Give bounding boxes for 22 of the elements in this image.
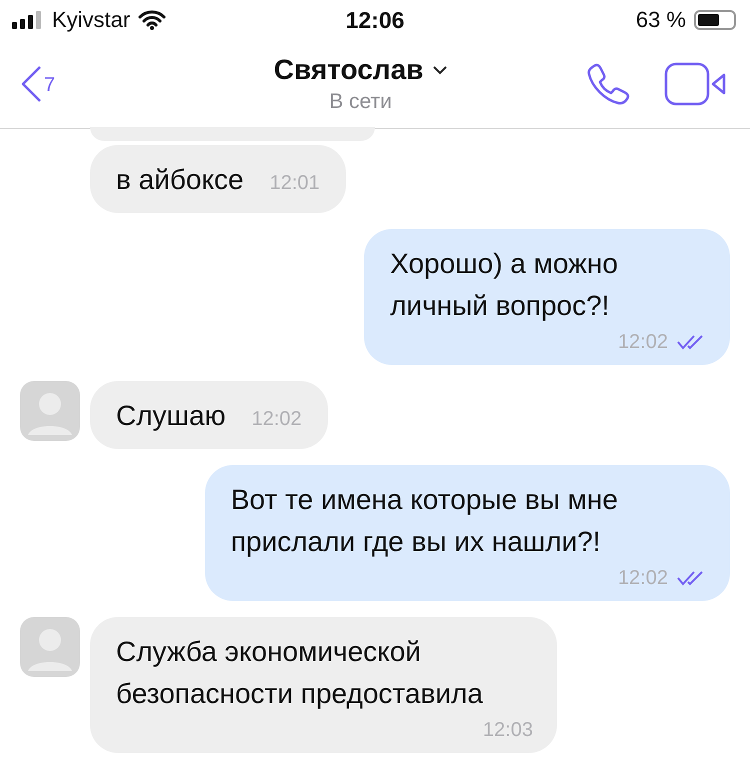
message-text: Слушаю <box>116 399 226 433</box>
carrier-name: Kyivstar <box>52 7 130 33</box>
message-text: в айбоксе <box>116 163 244 197</box>
message-time: 12:03 <box>482 718 533 743</box>
message-text: Вот те имена которые вы мне прислали где вы их нашли?! <box>230 483 618 559</box>
battery-icon <box>694 10 736 30</box>
message-time: 12:02 <box>618 330 668 355</box>
signal-icon <box>12 11 44 29</box>
message-time: 12:02 <box>252 407 302 432</box>
wifi-icon <box>138 10 166 30</box>
message-time: 12:02 <box>618 566 668 591</box>
message-time: 12:01 <box>270 171 320 196</box>
clock-time: 12:06 <box>346 6 404 34</box>
message-text: Хорошо) а можно личный вопрос?! <box>390 247 618 323</box>
chevron-down-icon[interactable] <box>433 66 448 74</box>
back-button[interactable]: 7 <box>20 65 56 103</box>
online-status: В сети <box>329 90 392 114</box>
contact-name[interactable]: Святослав <box>274 54 424 86</box>
battery-percent: 63 % <box>636 7 686 33</box>
video-call-icon[interactable] <box>664 62 726 106</box>
message-text: Служба экономической безопасности предоставила <box>116 635 483 711</box>
phone-icon[interactable] <box>586 62 630 106</box>
